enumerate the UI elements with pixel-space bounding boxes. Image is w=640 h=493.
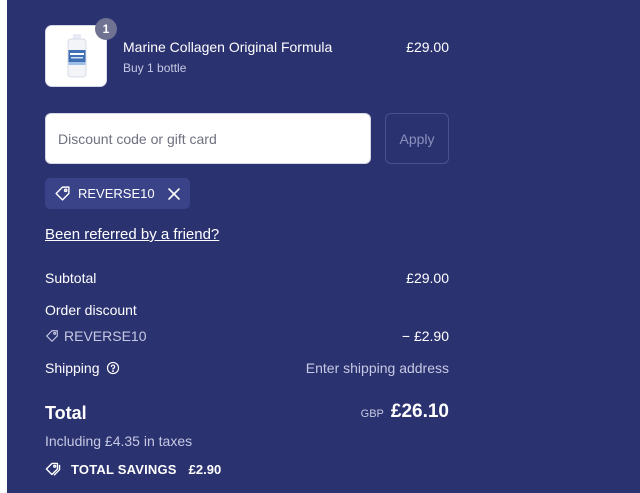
total-savings-row: TOTAL SAVINGS £2.90 — [45, 461, 221, 477]
subtotal-label: Subtotal — [45, 270, 97, 286]
product-variant: Buy 1 bottle — [123, 61, 187, 75]
savings-tags-icon — [45, 461, 63, 477]
discount-code-text: REVERSE10 — [64, 328, 147, 344]
referral-link[interactable]: Been referred by a friend? — [45, 226, 219, 243]
discount-amount: − £2.90 — [401, 328, 449, 344]
order-summary-panel: 1 Marine Collagen Original Formula Buy 1… — [7, 0, 640, 493]
shipping-row: Shipping — [45, 360, 120, 376]
shipping-value: Enter shipping address — [305, 360, 449, 376]
total-savings-amount: £2.90 — [188, 461, 222, 477]
discount-code-input[interactable] — [45, 113, 371, 164]
remove-code-close-icon[interactable] — [167, 187, 181, 201]
quantity-badge: 1 — [95, 18, 117, 40]
total-label: Total — [45, 403, 87, 423]
help-circle-icon[interactable] — [106, 361, 120, 375]
subtotal-value: £29.00 — [406, 270, 449, 286]
order-discount-label: Order discount — [45, 302, 137, 318]
applied-discount-chip: REVERSE10 — [45, 178, 190, 209]
apply-discount-button[interactable]: Apply — [385, 113, 449, 164]
total-savings-label: TOTAL SAVINGS — [71, 461, 177, 477]
currency-code: GBP — [360, 408, 384, 420]
tax-note: Including £4.35 in taxes — [45, 433, 193, 449]
tag-icon — [54, 185, 71, 202]
discount-code-row: REVERSE10 — [45, 328, 146, 344]
applied-code-label: REVERSE10 — [78, 186, 155, 201]
shipping-label: Shipping — [45, 360, 100, 376]
product-price: £29.00 — [406, 39, 449, 55]
tag-icon — [45, 329, 59, 343]
total-value: £26.10 — [390, 401, 449, 422]
total-amount: GBP £26.10 — [361, 401, 449, 423]
collagen-bottle-image — [67, 34, 87, 78]
product-name: Marine Collagen Original Formula — [123, 39, 333, 55]
